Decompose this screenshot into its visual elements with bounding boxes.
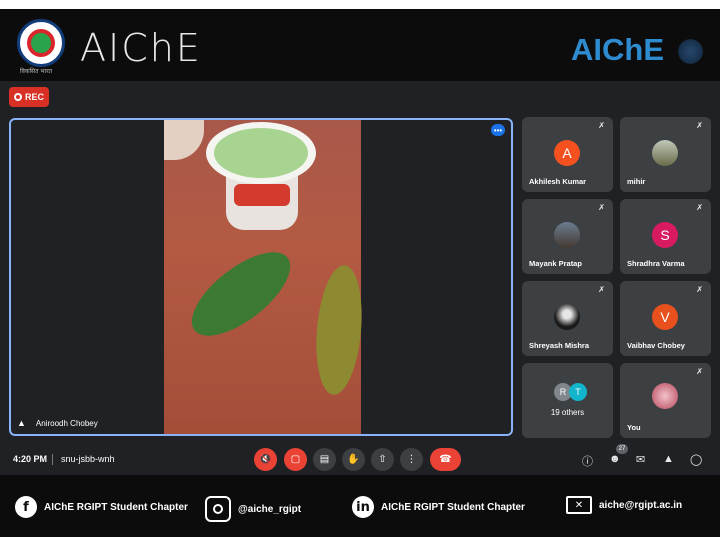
- avatar: A: [554, 140, 580, 166]
- instagram-label: @aiche_rgipt: [238, 503, 302, 515]
- presenter-name: Aniroodh Chobey: [35, 418, 98, 428]
- avatar: T: [569, 383, 587, 401]
- chat-icon[interactable]: ✉: [636, 453, 645, 466]
- people-icon[interactable]: ☻: [609, 453, 621, 465]
- captions-icon: ▤: [319, 454, 330, 465]
- linkedin-item: in AIChE RGIPT Student Chapter: [352, 496, 525, 518]
- participant-name: Mayank Pratap: [529, 259, 582, 268]
- top-banner: विकसित भारत AIChE AIChE: [0, 9, 720, 81]
- rec-label: REC: [24, 92, 44, 102]
- participant-name: Shreyash Mishra: [529, 341, 590, 350]
- participant-tile[interactable]: ✗ A Akhilesh Kumar: [522, 117, 613, 192]
- pin-icon[interactable]: ▲: [17, 418, 26, 428]
- footer-banner: f AIChE RGIPT Student Chapter @aiche_rgi…: [0, 475, 720, 537]
- camera-off-icon: ▢: [290, 454, 301, 465]
- hand-image: [164, 120, 204, 160]
- participant-tile[interactable]: ✗ S Shradhra Varma: [620, 199, 711, 274]
- globe-icon: [678, 39, 703, 64]
- participant-name: Akhilesh Kumar: [529, 177, 587, 186]
- linkedin-icon: in: [352, 496, 374, 518]
- present-icon: ⇧: [378, 454, 387, 465]
- hangup-icon: ☎: [439, 454, 452, 465]
- linkedin-label: AIChE RGIPT Student Chapter: [381, 501, 525, 513]
- more-icon: ⋮: [406, 454, 417, 465]
- meet-window: REC ••• ▲ Aniroodh Chobey ✗ A Akhilesh K…: [0, 81, 720, 475]
- participant-tile[interactable]: ✗ V Vaibhav Chobey: [620, 281, 711, 356]
- instagram-icon: [205, 496, 231, 522]
- presenter-video: [164, 120, 367, 434]
- host-controls-icon[interactable]: ◯: [690, 453, 702, 466]
- participant-name: mihir: [627, 177, 646, 186]
- others-label: 19 others: [550, 408, 585, 417]
- avatar: [554, 222, 580, 248]
- email-item: ✕ aiche@rgipt.ac.in: [566, 496, 682, 514]
- meeting-code: snu-jsbb-wnh: [61, 454, 115, 464]
- cup-image: [206, 122, 316, 230]
- control-bar: 4:20 PM snu-jsbb-wnh 🔇 ▢ ▤ ✋ ⇧ ⋮ ☎ ⓘ 27 …: [0, 443, 720, 475]
- mic-off-icon: ✗: [696, 285, 703, 294]
- mic-off-icon: ✗: [696, 203, 703, 212]
- mic-off-icon: ✗: [696, 367, 703, 376]
- mic-off-icon: ✗: [598, 121, 605, 130]
- instagram-item: @aiche_rgipt: [205, 496, 301, 522]
- avatar: V: [652, 304, 678, 330]
- participant-tile[interactable]: ✗ Mayank Pratap: [522, 199, 613, 274]
- participant-name: Vaibhav Chobey: [627, 341, 685, 350]
- aiche-logo-left: AIChE: [80, 26, 202, 70]
- participant-name: You: [627, 423, 641, 432]
- mic-off-icon: ✗: [598, 203, 605, 212]
- recording-badge: REC: [9, 87, 49, 107]
- camera-toggle-button[interactable]: ▢: [284, 448, 307, 471]
- raise-hand-icon: ✋: [347, 454, 360, 465]
- avatar: [652, 383, 678, 409]
- presenter-tile[interactable]: ••• ▲ Aniroodh Chobey: [9, 118, 513, 436]
- captions-button[interactable]: ▤: [313, 448, 336, 471]
- avatar: [652, 140, 678, 166]
- record-icon: [13, 93, 22, 101]
- present-button[interactable]: ⇧: [371, 448, 394, 471]
- avatar: [554, 304, 580, 330]
- more-options-button[interactable]: ⋮: [400, 448, 423, 471]
- others-tile[interactable]: R T 19 others: [522, 363, 613, 438]
- green-leaf-image: [178, 237, 304, 351]
- mic-off-icon: ✗: [696, 121, 703, 130]
- mic-off-icon: ✗: [598, 285, 605, 294]
- participant-name: Shradhra Varma: [627, 259, 685, 268]
- email-label: aiche@rgipt.ac.in: [599, 499, 683, 511]
- facebook-label: AIChE RGIPT Student Chapter: [44, 501, 188, 513]
- mic-off-icon: 🔇: [259, 454, 272, 465]
- mail-icon: ✕: [566, 496, 592, 514]
- presenter-label: ▲ Aniroodh Chobey: [17, 418, 98, 428]
- others-avatars: R T: [554, 383, 587, 401]
- yellow-leaf-image: [311, 263, 367, 397]
- facebook-icon: f: [15, 496, 37, 518]
- self-tile[interactable]: ✗ You: [620, 363, 711, 438]
- facebook-item: f AIChE RGIPT Student Chapter: [15, 496, 188, 518]
- more-options-icon[interactable]: •••: [491, 124, 505, 136]
- meeting-time: 4:20 PM: [13, 454, 48, 464]
- logo-caption: विकसित भारत: [20, 68, 53, 75]
- mic-toggle-button[interactable]: 🔇: [254, 448, 277, 471]
- rgipt-logo: [17, 19, 65, 67]
- avatar: S: [652, 222, 678, 248]
- participant-tile[interactable]: ✗ Shreyash Mishra: [522, 281, 613, 356]
- participant-tile[interactable]: ✗ mihir: [620, 117, 711, 192]
- info-icon[interactable]: ⓘ: [582, 453, 593, 469]
- leave-call-button[interactable]: ☎: [430, 448, 461, 471]
- activities-icon[interactable]: ▲: [663, 453, 674, 465]
- raise-hand-button[interactable]: ✋: [342, 448, 365, 471]
- aiche-logo-right: AIChE: [571, 32, 664, 67]
